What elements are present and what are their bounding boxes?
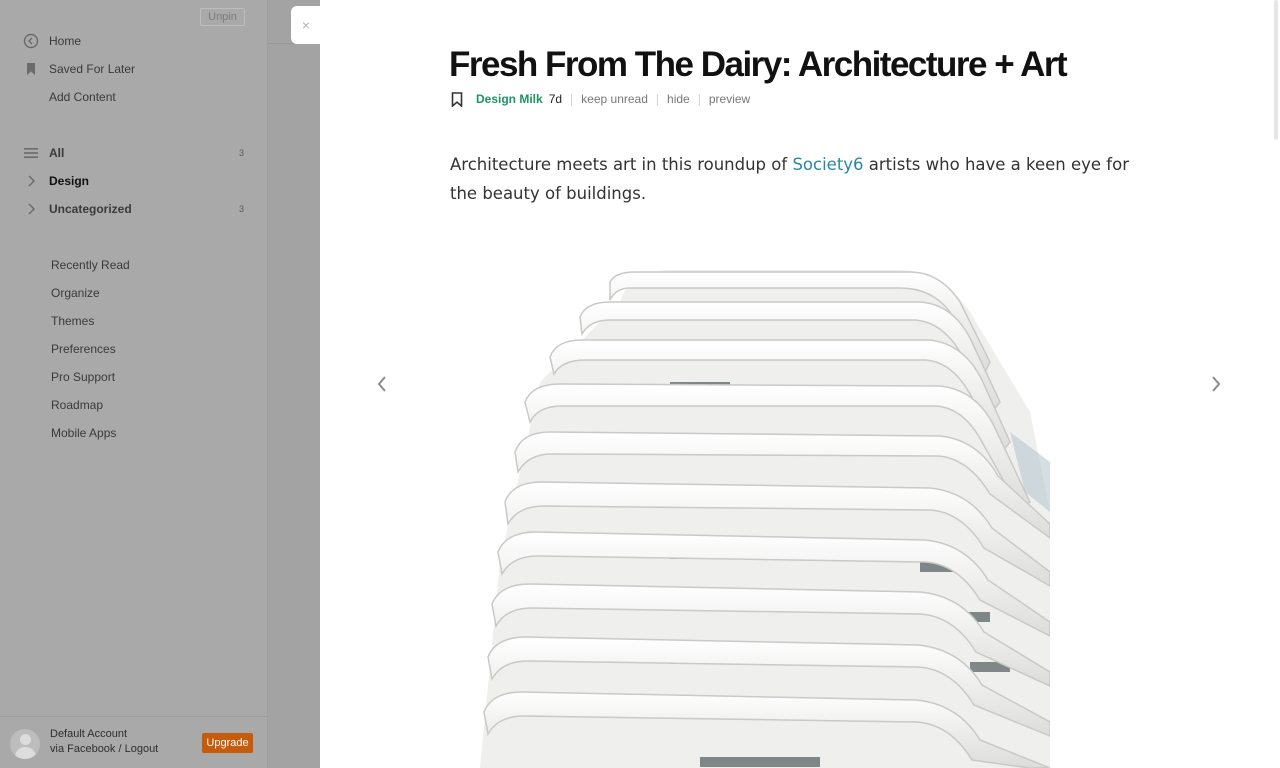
nav-saved-for-later[interactable]: Saved For Later bbox=[22, 59, 135, 79]
link-preferences[interactable]: Preferences bbox=[51, 339, 116, 359]
reader-scrollbar[interactable] bbox=[1274, 0, 1278, 140]
account-name: Default Account bbox=[50, 728, 128, 740]
previous-article-icon[interactable] bbox=[376, 372, 388, 400]
link-mobile-apps[interactable]: Mobile Apps bbox=[51, 423, 116, 443]
bookmark-icon bbox=[22, 60, 40, 78]
feed-uncategorized-count: 3 bbox=[238, 204, 244, 214]
left-sidebar: Unpin Home Saved For Later Add Content A… bbox=[0, 0, 268, 768]
link-pro-support[interactable]: Pro Support bbox=[51, 367, 115, 387]
feed-uncategorized-label: Uncategorized bbox=[49, 202, 132, 216]
hide-action[interactable]: hide bbox=[667, 92, 690, 106]
unpin-button[interactable]: Unpin bbox=[200, 8, 245, 26]
article-age: 7d bbox=[548, 92, 563, 106]
close-icon[interactable]: × bbox=[291, 6, 321, 44]
feed-design[interactable]: Design bbox=[22, 171, 248, 191]
feed-design-label: Design bbox=[49, 174, 90, 188]
feed-uncategorized[interactable]: Uncategorized 3 bbox=[22, 199, 248, 219]
feed-all[interactable]: All 3 bbox=[22, 143, 248, 163]
link-themes[interactable]: Themes bbox=[51, 311, 94, 331]
article-source[interactable]: Design Milk bbox=[476, 92, 543, 106]
article-title[interactable]: Fresh From The Dairy: Architecture + Art bbox=[449, 45, 1068, 85]
nav-home-label: Home bbox=[49, 34, 82, 48]
article-reader: Fresh From The Dairy: Architecture + Art… bbox=[320, 0, 1280, 768]
article-meta: Design Milk 7d | keep unread | hide | pr… bbox=[451, 91, 750, 107]
article-lede: Architecture meets art in this roundup o… bbox=[450, 155, 1129, 203]
chevron-right-icon[interactable] bbox=[22, 200, 40, 218]
link-organize[interactable]: Organize bbox=[51, 283, 100, 303]
list-pane-edge bbox=[268, 0, 320, 768]
chevron-right-icon[interactable] bbox=[22, 172, 40, 190]
feed-all-count: 3 bbox=[238, 148, 244, 158]
list-icon bbox=[22, 144, 40, 162]
account-logout-link[interactable]: via Facebook / Logout bbox=[50, 743, 158, 755]
home-icon bbox=[22, 32, 40, 50]
society6-link[interactable]: Society6 bbox=[792, 155, 863, 174]
next-article-icon[interactable] bbox=[1210, 372, 1222, 400]
feed-all-label: All bbox=[49, 146, 65, 160]
upgrade-button[interactable]: Upgrade bbox=[202, 733, 253, 753]
link-recently-read[interactable]: Recently Read bbox=[51, 255, 130, 275]
nav-add-content[interactable]: Add Content bbox=[49, 87, 116, 107]
article-image bbox=[480, 270, 1050, 768]
avatar[interactable] bbox=[10, 729, 40, 759]
keep-unread-action[interactable]: keep unread bbox=[581, 92, 648, 106]
save-for-later-icon[interactable] bbox=[451, 91, 463, 107]
account-footer: Default Account via Facebook / Logout Up… bbox=[0, 716, 268, 768]
nav-home[interactable]: Home bbox=[22, 31, 81, 51]
preview-action[interactable]: preview bbox=[709, 92, 750, 106]
nav-add-content-label: Add Content bbox=[49, 90, 116, 104]
link-roadmap[interactable]: Roadmap bbox=[51, 395, 103, 415]
nav-saved-label: Saved For Later bbox=[49, 62, 136, 76]
